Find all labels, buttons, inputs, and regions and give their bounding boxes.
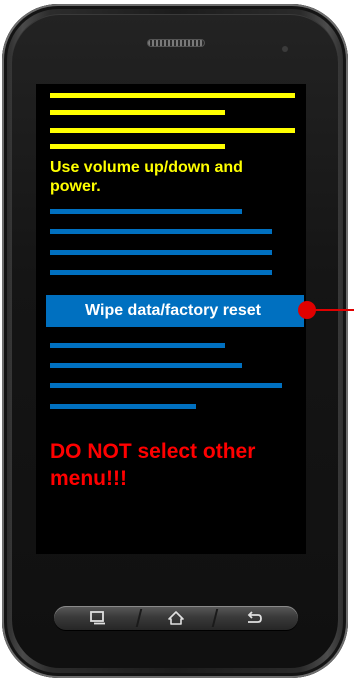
menu-item[interactable] <box>50 229 272 234</box>
phone-body: Use volume up/down and power. Wipe data/… <box>2 4 348 678</box>
header-line <box>50 128 295 133</box>
nav-divider <box>135 609 143 627</box>
home-button[interactable] <box>166 610 186 626</box>
hardware-nav-bar <box>54 606 298 630</box>
nav-divider <box>211 609 219 627</box>
warning-text: DO NOT select other menu!!! <box>50 440 256 490</box>
menu-item[interactable] <box>50 209 242 214</box>
back-icon <box>247 611 262 623</box>
instruction-text: Use volume up/down and power. <box>50 159 243 195</box>
header-line <box>50 110 225 115</box>
header-line <box>50 144 225 149</box>
earpiece-speaker <box>148 40 204 46</box>
pointer-line <box>314 309 354 311</box>
recent-apps-button[interactable] <box>88 610 108 626</box>
menu-item[interactable] <box>50 250 272 255</box>
menu-item[interactable] <box>50 363 242 368</box>
menu-item[interactable] <box>50 383 282 388</box>
menu-item[interactable] <box>50 343 225 348</box>
front-camera <box>282 46 288 52</box>
menu-item[interactable] <box>50 270 272 275</box>
menu-item[interactable] <box>50 404 196 409</box>
recent-apps-icon <box>90 611 105 625</box>
recovery-screen: Use volume up/down and power. Wipe data/… <box>36 84 306 554</box>
home-icon <box>168 611 184 625</box>
pointer-dot <box>298 301 316 319</box>
wipe-data-factory-reset-option[interactable]: Wipe data/factory reset <box>46 295 304 327</box>
back-button[interactable] <box>244 610 264 626</box>
header-line <box>50 93 295 98</box>
